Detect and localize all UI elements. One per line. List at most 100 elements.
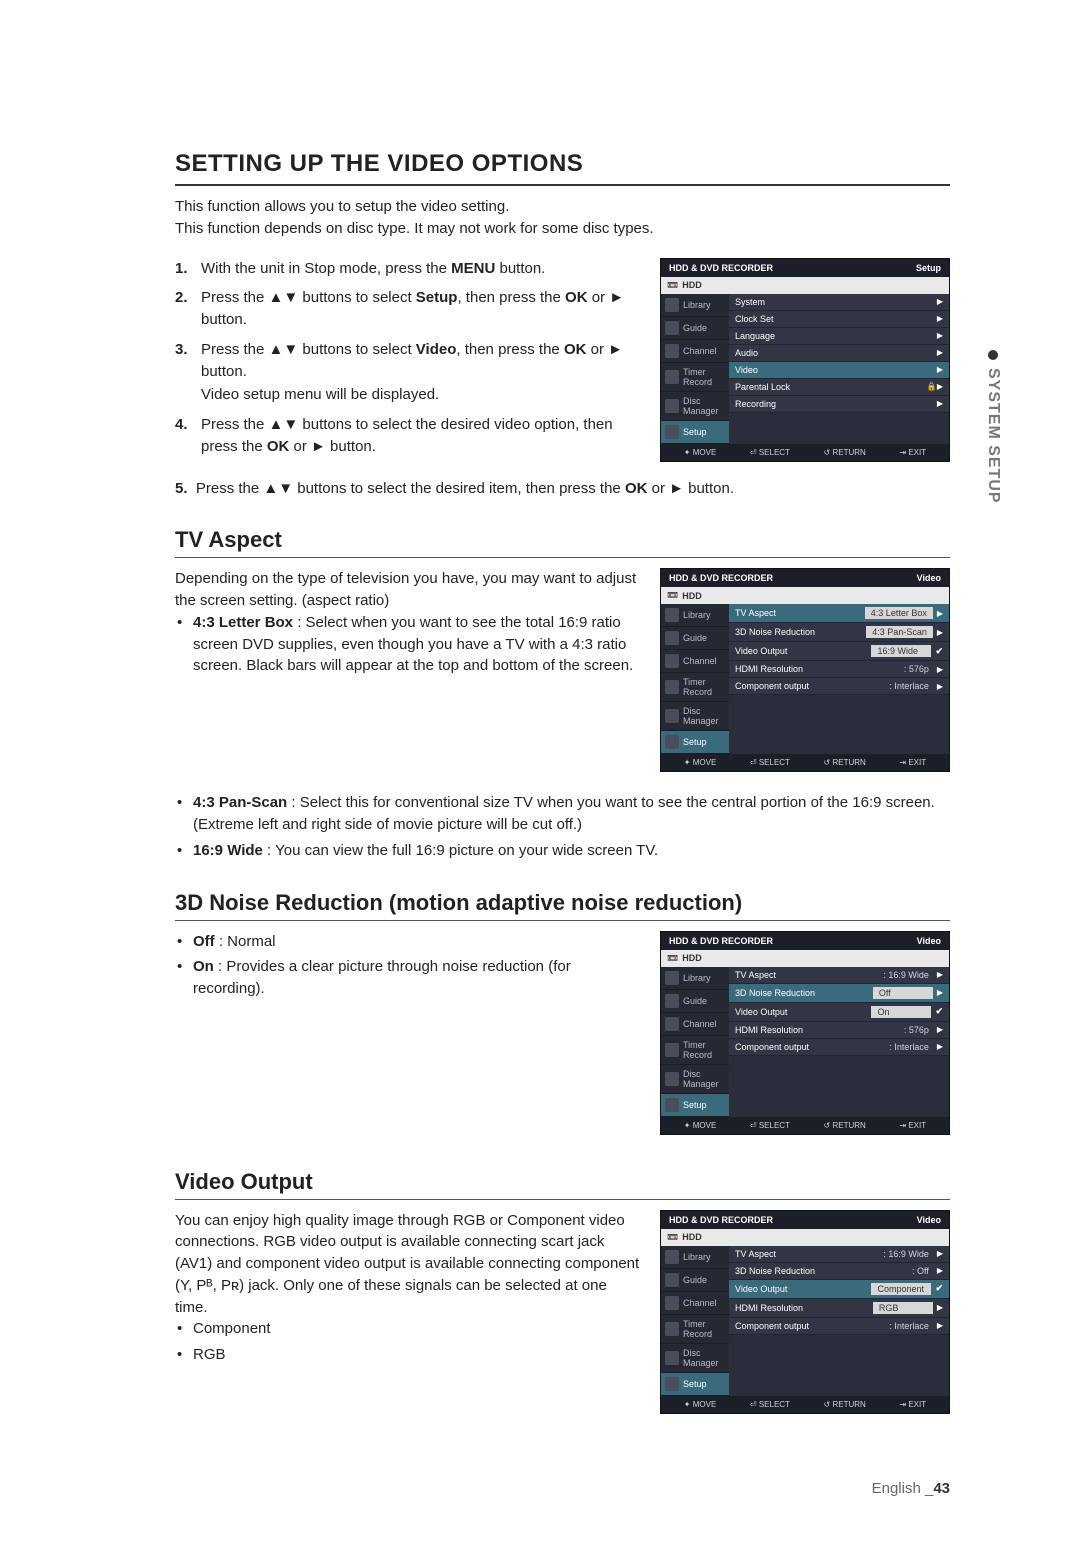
hdd-icon: 📼: [667, 953, 678, 964]
menu-icon: [665, 709, 679, 723]
osd-foot-hint: ↺ RETURN: [824, 1121, 866, 1130]
osd-foot-hint: ⇥ EXIT: [899, 1121, 926, 1130]
menu-icon: [665, 1322, 679, 1336]
osd-menu-row: Audio▶: [729, 345, 949, 362]
osd-foot-hint: ↺ RETURN: [824, 448, 866, 457]
osd-menu-row: Component output: Interlace▶: [729, 678, 949, 695]
osd-side-item: Channel: [661, 1013, 729, 1036]
tv-aspect-desc: Depending on the type of television you …: [175, 568, 642, 612]
osd-side-item: Library: [661, 1246, 729, 1269]
osd-foot-hint: ⏎ SELECT: [750, 1121, 790, 1130]
osd-side-item: Guide: [661, 990, 729, 1013]
menu-icon: [665, 631, 679, 645]
osd-subheader: 📼HDD: [661, 587, 949, 604]
osd-menu-row: Video Output16:9 Wide✔: [729, 642, 949, 661]
menu-icon: [665, 399, 679, 413]
osd-side-item: Library: [661, 294, 729, 317]
osd-side-item: Disc Manager: [661, 1065, 729, 1094]
osd-foot-hint: ↺ RETURN: [824, 1400, 866, 1409]
osd-title: HDD & DVD RECORDER: [669, 1215, 773, 1225]
lock-icon: 🔒: [927, 382, 937, 391]
osd-foot-hint: ✦ MOVE: [684, 1121, 716, 1130]
arrow-right-icon: ▶: [937, 988, 943, 997]
osd-menu-row: Video▶: [729, 362, 949, 379]
arrow-right-icon: ▶: [937, 1321, 943, 1330]
osd-side-item: Library: [661, 967, 729, 990]
osd-side-item: Guide: [661, 627, 729, 650]
osd-side-item: Timer Record: [661, 1036, 729, 1065]
osd-menu-row: Component output: Interlace▶: [729, 1318, 949, 1335]
osd-corner: Video: [917, 936, 941, 946]
osd-menu-row: Recording▶: [729, 396, 949, 413]
osd-title: HDD & DVD RECORDER: [669, 573, 773, 583]
menu-icon: [665, 1377, 679, 1391]
osd-side-item: Setup: [661, 1094, 729, 1117]
page-footer: English _43: [175, 1480, 950, 1497]
osd-foot-hint: ⇥ EXIT: [899, 448, 926, 457]
arrow-right-icon: ▶: [937, 399, 943, 408]
heading-3d-noise: 3D Noise Reduction (motion adaptive nois…: [175, 890, 950, 921]
arrow-right-icon: ▶: [937, 348, 943, 357]
menu-icon: [665, 321, 679, 335]
osd-corner: Video: [917, 573, 941, 583]
intro-text: This function allows you to setup the vi…: [175, 196, 950, 240]
osd-foot-hint: ↺ RETURN: [824, 758, 866, 767]
osd-side-item: Timer Record: [661, 363, 729, 392]
arrow-right-icon: ▶: [937, 1042, 943, 1051]
osd-menu-row: HDMI Resolution: 576p▶: [729, 661, 949, 678]
arrow-right-icon: ▶: [937, 1025, 943, 1034]
osd-menu-row: Parental Lock🔒▶: [729, 379, 949, 396]
step-5: 5. Press the ▲▼ buttons to select the de…: [175, 478, 950, 500]
arrow-right-icon: ▶: [937, 365, 943, 374]
bullet-icon: [988, 350, 998, 360]
osd-side-item: Channel: [661, 340, 729, 363]
osd-menu-row: TV Aspect: 16:9 Wide▶: [729, 1246, 949, 1263]
menu-icon: [665, 1017, 679, 1031]
osd-menu-row: Component output: Interlace▶: [729, 1039, 949, 1056]
tv-aspect-options-cont: 4:3 Pan-Scan : Select this for conventio…: [175, 792, 950, 861]
check-icon: ✔: [935, 1283, 943, 1294]
osd-side-item: Guide: [661, 1269, 729, 1292]
arrow-right-icon: ▶: [937, 609, 943, 618]
osd-menu-row: Clock Set▶: [729, 311, 949, 328]
menu-icon: [665, 370, 679, 384]
arrow-right-icon: ▶: [937, 1249, 943, 1258]
menu-icon: [665, 1351, 679, 1365]
osd-side-item: Disc Manager: [661, 1344, 729, 1373]
arrow-right-icon: ▶: [937, 297, 943, 306]
osd-corner: Video: [917, 1215, 941, 1225]
video-output-desc: You can enjoy high quality image through…: [175, 1210, 642, 1319]
heading-tv-aspect: TV Aspect: [175, 527, 950, 558]
arrow-right-icon: ▶: [937, 1303, 943, 1312]
menu-icon: [665, 735, 679, 749]
tv-aspect-options: 4:3 Letter Box : Select when you want to…: [175, 612, 642, 677]
side-tab-label: SYSTEM SETUP: [985, 368, 1002, 504]
hdd-icon: 📼: [667, 1232, 678, 1243]
osd-subheader: 📼HDD: [661, 950, 949, 967]
osd-corner: Setup: [916, 263, 941, 273]
osd-subheader: 📼HDD: [661, 277, 949, 294]
osd-foot-hint: ✦ MOVE: [684, 448, 716, 457]
arrow-right-icon: ▶: [937, 628, 943, 637]
osd-menu-row: Video OutputOn✔: [729, 1003, 949, 1022]
osd-menu-row: Language▶: [729, 328, 949, 345]
menu-icon: [665, 344, 679, 358]
menu-icon: [665, 1098, 679, 1112]
osd-menu-row: HDMI Resolution: 576p▶: [729, 1022, 949, 1039]
osd-side-item: Library: [661, 604, 729, 627]
arrow-right-icon: ▶: [937, 331, 943, 340]
osd-side-item: Setup: [661, 421, 729, 444]
menu-icon: [665, 608, 679, 622]
steps-list: With the unit in Stop mode, press the ME…: [175, 258, 642, 458]
noise-options: Off : Normal On : Provides a clear pictu…: [175, 931, 642, 1000]
osd-menu-row: 3D Noise ReductionOff▶: [729, 984, 949, 1003]
arrow-right-icon: ▶: [937, 682, 943, 691]
check-icon: ✔: [935, 1006, 943, 1017]
check-icon: ✔: [935, 646, 943, 657]
arrow-right-icon: ▶: [937, 1266, 943, 1275]
osd-menu-row: TV Aspect4:3 Letter Box▶: [729, 604, 949, 623]
heading-video-output: Video Output: [175, 1169, 950, 1200]
osd-foot-hint: ⇥ EXIT: [899, 758, 926, 767]
section-side-tab: SYSTEM SETUP: [984, 350, 1002, 504]
osd-foot-hint: ✦ MOVE: [684, 1400, 716, 1409]
